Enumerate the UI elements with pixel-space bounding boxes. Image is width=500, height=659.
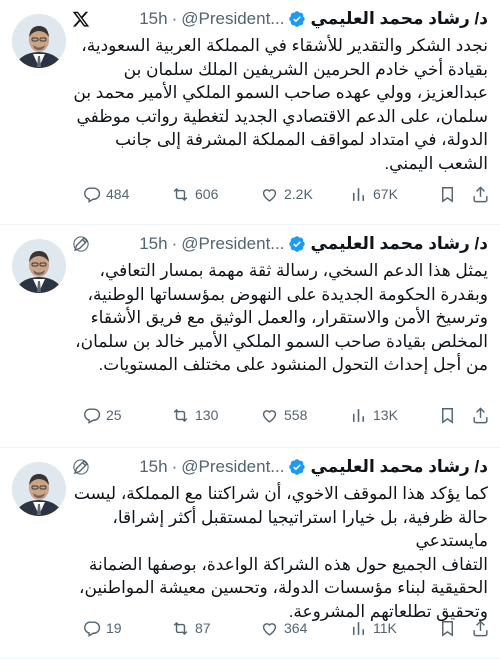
tweet-end-actions [438, 185, 490, 204]
share-icon[interactable] [471, 185, 490, 204]
views-icon [352, 408, 365, 422]
edited-icon[interactable] [72, 458, 90, 476]
tweet-actions: 484 606 2.2K 67K [82, 182, 490, 206]
separator-dot: · [171, 457, 178, 476]
like-count: 2.2K [284, 186, 313, 202]
edited-icon[interactable] [72, 235, 90, 253]
repost-button[interactable]: 606 [171, 185, 231, 204]
views-count: 67K [373, 186, 398, 202]
bookmark-icon[interactable] [438, 406, 457, 425]
tweet[interactable]: 15h · @President... د/ رشاد محمد العليمي… [0, 448, 500, 659]
tweet-time[interactable]: 15h [139, 9, 167, 29]
like-button[interactable]: 558 [260, 406, 320, 425]
reply-icon [84, 186, 101, 203]
author-handle[interactable]: @President... [181, 457, 284, 477]
verified-icon[interactable] [288, 10, 306, 28]
views-button[interactable]: 13K [349, 406, 409, 425]
tweet-paragraph: يمثل هذا الدعم السخي، رسالة ثقة مهمة بمس… [75, 261, 488, 374]
tweet-header: 15h · @President... د/ رشاد محمد العليمي [72, 456, 488, 478]
repost-count: 606 [195, 186, 219, 202]
tweet-end-actions [438, 406, 490, 425]
verified-icon[interactable] [288, 458, 306, 476]
reply-count: 19 [106, 620, 122, 636]
tweet-text: كما يؤكد هذا الموقف الاخوي، أن شراكتنا م… [72, 482, 488, 623]
repost-button[interactable]: 87 [171, 619, 231, 638]
views-button[interactable]: 11K [349, 619, 409, 638]
reply-count: 25 [106, 407, 122, 423]
avatar[interactable] [12, 462, 66, 516]
tweet-paragraph: كما يؤكد هذا الموقف الاخوي، أن شراكتنا م… [73, 484, 488, 550]
views-icon [352, 187, 365, 201]
repost-button[interactable]: 130 [171, 406, 231, 425]
verified-icon[interactable] [288, 235, 306, 253]
like-icon [262, 409, 277, 423]
tweet-text: نجدد الشكر والتقدير للأشقاء في المملكة ا… [72, 34, 488, 175]
tweet[interactable]: 15h · @President... د/ رشاد محمد العليمي… [0, 225, 500, 448]
avatar[interactable] [12, 14, 66, 68]
views-button[interactable]: 67K [349, 185, 409, 204]
like-count: 558 [284, 407, 308, 423]
author-name[interactable]: د/ رشاد محمد العليمي [310, 9, 488, 29]
author-handle[interactable]: @President... [181, 9, 284, 29]
author-name[interactable]: د/ رشاد محمد العليمي [310, 457, 488, 477]
reply-button[interactable]: 25 [82, 406, 142, 425]
author-name[interactable]: د/ رشاد محمد العليمي [310, 234, 488, 254]
like-button[interactable]: 2.2K [260, 185, 320, 204]
views-icon [352, 621, 365, 635]
tweet-paragraph: نجدد الشكر والتقدير للأشقاء في المملكة ا… [73, 36, 488, 173]
views-count: 13K [373, 407, 398, 423]
like-icon [262, 188, 277, 202]
like-icon [262, 622, 277, 636]
timeline-feed: 15h · @President... د/ رشاد محمد العليمي… [0, 0, 500, 659]
share-icon[interactable] [471, 619, 490, 638]
reply-count: 484 [106, 186, 130, 202]
tweet-time[interactable]: 15h [139, 457, 167, 477]
separator-dot: · [171, 234, 178, 253]
bookmark-icon[interactable] [438, 185, 457, 204]
avatar[interactable] [12, 239, 66, 293]
separator-dot: · [171, 9, 178, 28]
reply-icon [84, 407, 101, 424]
tweet-paragraph: التفاف الجميع حول هذه الشراكة الواعدة، ب… [78, 554, 488, 621]
tweet-header: 15h · @President... د/ رشاد محمد العليمي [72, 8, 488, 30]
tweet-text: يمثل هذا الدعم السخي، رسالة ثقة مهمة بمس… [72, 259, 488, 377]
repost-icon [173, 187, 188, 201]
bookmark-icon[interactable] [438, 619, 457, 638]
views-count: 11K [373, 620, 397, 636]
reply-icon [84, 620, 101, 637]
tweet-header: 15h · @President... د/ رشاد محمد العليمي [72, 233, 488, 255]
repost-count: 130 [195, 407, 219, 423]
x-logo-icon[interactable] [72, 10, 90, 28]
tweet-time[interactable]: 15h [139, 234, 167, 254]
repost-icon [173, 621, 188, 635]
like-count: 364 [284, 620, 308, 636]
author-handle[interactable]: @President... [181, 234, 284, 254]
tweet-end-actions [438, 619, 490, 638]
tweet-actions: 19 87 364 11K [82, 616, 490, 640]
like-button[interactable]: 364 [260, 619, 320, 638]
repost-icon [173, 408, 188, 422]
reply-button[interactable]: 484 [82, 185, 142, 204]
repost-count: 87 [195, 620, 211, 636]
reply-button[interactable]: 19 [82, 619, 142, 638]
tweet[interactable]: 15h · @President... د/ رشاد محمد العليمي… [0, 0, 500, 225]
share-icon[interactable] [471, 406, 490, 425]
tweet-actions: 25 130 558 13K [82, 403, 490, 427]
